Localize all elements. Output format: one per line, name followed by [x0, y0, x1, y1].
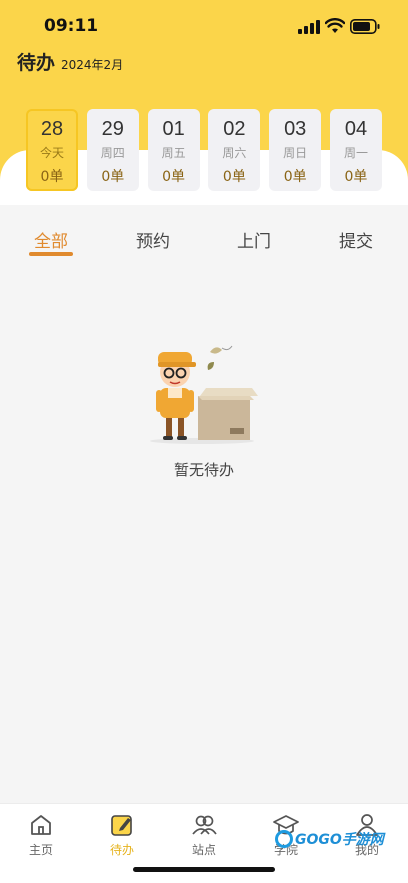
- date-day: 02: [223, 118, 246, 140]
- date-card-today[interactable]: 28 今天 0单: [26, 109, 78, 191]
- tab-onsite[interactable]: 上门: [224, 227, 284, 252]
- date-selector: 28 今天 0单 29 周四 0单 01 周五 0单 02 周六 0单 03 周…: [26, 109, 382, 191]
- tabbar-label: 主页: [28, 843, 53, 857]
- title-row: 待办 2024年2月: [17, 48, 123, 75]
- date-order-count: 0单: [344, 169, 368, 185]
- date-day: 01: [162, 118, 185, 140]
- date-weekday: 周五: [161, 146, 186, 160]
- date-card[interactable]: 03 周日 0单: [269, 109, 322, 191]
- tabbar-todo[interactable]: 待办: [92, 812, 152, 858]
- date-weekday: 周六: [222, 146, 247, 160]
- tabbar-label: 站点: [191, 843, 216, 857]
- date-day: 03: [284, 118, 307, 140]
- tab-appointment[interactable]: 预约: [123, 227, 183, 252]
- date-card[interactable]: 02 周六 0单: [208, 109, 261, 191]
- battery-icon: [350, 19, 380, 34]
- date-order-count: 0单: [222, 169, 246, 185]
- home-indicator[interactable]: [133, 867, 275, 872]
- empty-state-text: 暂无待办: [173, 461, 234, 479]
- todo-icon: [111, 815, 132, 836]
- date-order-count: 0单: [283, 169, 307, 185]
- tab-submit[interactable]: 提交: [326, 227, 386, 252]
- date-order-count: 0单: [40, 169, 64, 185]
- station-icon: [192, 815, 217, 835]
- date-weekday: 周四: [100, 146, 125, 160]
- page-title: 待办: [17, 52, 56, 74]
- date-order-count: 0单: [162, 169, 186, 185]
- date-card[interactable]: 01 周五 0单: [147, 109, 200, 191]
- date-card[interactable]: 04 周一 0单: [329, 109, 382, 191]
- date-day: 28: [40, 118, 64, 140]
- site-watermark: GOGO手游网: [275, 828, 384, 850]
- watermark-logo-icon: [275, 830, 293, 848]
- date-order-count: 0单: [101, 169, 125, 185]
- courier-empty-illustration: [150, 345, 258, 444]
- date-weekday: 周一: [343, 146, 368, 160]
- current-month: 2024年2月: [61, 58, 124, 72]
- date-weekday: 周日: [283, 146, 308, 160]
- tabbar-home[interactable]: 主页: [11, 812, 71, 858]
- status-time: 09:11: [44, 16, 99, 36]
- home-icon: [31, 815, 51, 835]
- date-card[interactable]: 29 周四 0单: [86, 109, 139, 191]
- active-tab-indicator: [29, 252, 73, 256]
- tabbar-label: 待办: [109, 843, 134, 857]
- tab-all[interactable]: 全部: [21, 227, 81, 252]
- date-day: 04: [344, 118, 368, 140]
- date-day: 29: [101, 118, 124, 140]
- watermark-text: GOGO手游网: [295, 832, 384, 848]
- status-bar: 09:11: [0, 0, 408, 50]
- wifi-icon: [325, 18, 345, 33]
- date-weekday: 今天: [39, 146, 64, 160]
- tabbar-station[interactable]: 站点: [174, 812, 234, 858]
- signal-icon: [298, 20, 320, 34]
- filter-tabs: 全部 预约 上门 提交: [0, 205, 408, 265]
